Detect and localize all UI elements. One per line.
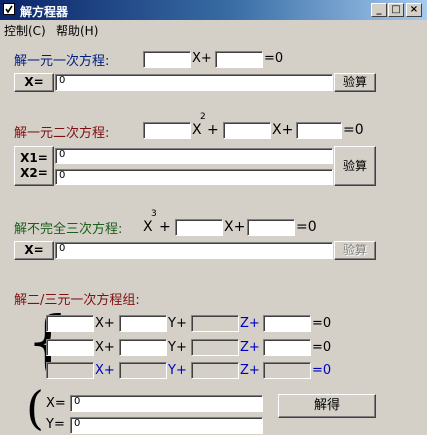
quadratic-x1-label: X1=	[20, 151, 48, 165]
quadratic-title: 解一元二次方程:	[14, 126, 110, 141]
quadratic-exponent: 2	[200, 112, 206, 122]
system-y-label: Y=	[46, 417, 65, 432]
system-r2-a-input[interactable]	[46, 339, 94, 356]
system-y-result-field: 0	[70, 417, 263, 434]
close-button[interactable]: ×	[406, 3, 422, 17]
menu-help[interactable]: 帮助(H)	[56, 22, 98, 39]
system-result-brace-icon: (	[26, 381, 44, 435]
quadratic-x-labels-button[interactable]: X1= X2=	[14, 146, 54, 186]
quadratic-verify-button[interactable]: 验算	[334, 146, 376, 186]
system-r2-z-plus: Z+	[240, 340, 260, 355]
system-x-value: 0	[74, 396, 81, 407]
cubic-exponent: 3	[151, 209, 157, 219]
system-r2-b-input[interactable]	[119, 339, 167, 356]
system-r1-c-input[interactable]	[191, 315, 239, 332]
system-r2-x-plus: X+	[95, 340, 115, 355]
system-r1-a-input[interactable]	[46, 315, 94, 332]
linear-coef-b-input[interactable]	[215, 51, 263, 68]
system-solve-button[interactable]: 解得	[278, 394, 376, 418]
quadratic-coef-a-input[interactable]	[143, 122, 191, 139]
system-r2-y-plus: Y+	[168, 340, 187, 355]
system-r1-z-plus: Z+	[240, 316, 260, 331]
system-x-result-field: 0	[70, 395, 263, 412]
linear-result-value: 0	[59, 75, 66, 86]
system-r3-b-input[interactable]	[119, 362, 167, 379]
cubic-result-value: 0	[59, 243, 66, 254]
system-r2-d-input[interactable]	[263, 339, 311, 356]
cubic-x-plus-label: X+	[224, 219, 246, 235]
system-r3-d-input[interactable]	[263, 362, 311, 379]
linear-x-label-button[interactable]: X=	[14, 73, 54, 92]
system-r1-y-plus: Y+	[168, 316, 187, 331]
system-r3-x-plus: X+	[95, 363, 115, 378]
system-r3-c-input[interactable]	[191, 362, 239, 379]
system-r1-eq-zero: =0	[312, 316, 332, 331]
system-r2-c-input[interactable]	[191, 339, 239, 356]
quadratic-plus-label: +	[207, 122, 219, 138]
quadratic-x2-label: X2=	[20, 166, 48, 180]
system-r1-d-input[interactable]	[263, 315, 311, 332]
quadratic-x-label: X	[192, 122, 202, 138]
system-r1-x-plus: X+	[95, 316, 115, 331]
linear-title: 解一元一次方程:	[14, 54, 110, 69]
cubic-plus-label: +	[159, 219, 171, 235]
menu-control[interactable]: 控制(C)	[4, 22, 46, 39]
linear-verify-button[interactable]: 验算	[334, 73, 376, 92]
quadratic-coef-b-input[interactable]	[223, 122, 271, 139]
minimize-button[interactable]: _	[371, 3, 387, 17]
cubic-title: 解不完全三次方程:	[14, 222, 123, 237]
system-r2-eq-zero: =0	[312, 340, 332, 355]
system-x-label: X=	[46, 396, 66, 411]
system-r3-z-plus: Z+	[240, 363, 260, 378]
linear-result-field: 0	[55, 74, 333, 91]
cubic-coef-b-input[interactable]	[247, 219, 295, 236]
linear-coef-a-input[interactable]	[143, 51, 191, 68]
quadratic-eq-zero-label: =0	[343, 122, 364, 138]
cubic-coef-a-input[interactable]	[175, 219, 223, 236]
cubic-verify-button[interactable]: 验算	[334, 241, 376, 260]
linear-eq-zero-label: =0	[264, 51, 284, 66]
cubic-result-field: 0	[55, 242, 333, 259]
title-bar: 解方程器 _ □ ×	[0, 0, 427, 20]
cubic-x-label: X	[143, 219, 153, 235]
quadratic-x2-value: 0	[59, 170, 66, 181]
app-checkbox-icon	[3, 3, 15, 15]
quadratic-x-plus-label: X+	[272, 122, 294, 138]
linear-x-plus-label: X+	[192, 51, 212, 66]
window-title: 解方程器	[20, 5, 69, 19]
quadratic-x1-field: 0	[55, 148, 333, 164]
system-r3-eq-zero: =0	[312, 363, 332, 378]
quadratic-coef-c-input[interactable]	[296, 122, 342, 139]
quadratic-x2-field: 0	[55, 169, 333, 185]
maximize-button[interactable]: □	[388, 3, 404, 17]
quadratic-x1-value: 0	[59, 149, 66, 160]
cubic-x-label-button[interactable]: X=	[14, 241, 54, 260]
cubic-eq-zero-label: =0	[296, 219, 317, 235]
system-r3-y-plus: Y+	[168, 363, 187, 378]
system-r3-a-input[interactable]	[46, 362, 94, 379]
system-r1-b-input[interactable]	[119, 315, 167, 332]
